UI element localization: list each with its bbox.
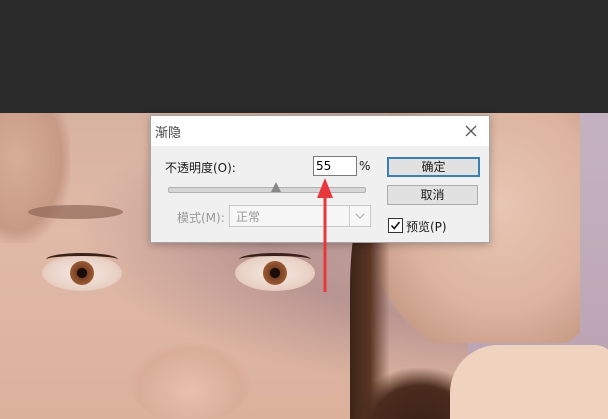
fade-dialog: 渐隐 不透明度(O): % 模式(M): 正常 确定 取消 预览(P) — [150, 115, 490, 243]
dialog-title: 渐隐 — [155, 126, 182, 141]
dialog-titlebar[interactable]: 渐隐 — [151, 116, 489, 146]
check-icon — [390, 221, 401, 230]
mode-select[interactable]: 正常 — [229, 205, 371, 227]
opacity-input[interactable] — [313, 156, 357, 176]
photo-nose — [130, 343, 250, 419]
opacity-slider-track[interactable] — [168, 187, 366, 193]
mode-label: 模式(M): — [177, 211, 225, 225]
mode-value: 正常 — [236, 210, 261, 224]
photo-left-hand — [0, 113, 70, 243]
chevron-down-icon[interactable] — [354, 210, 366, 222]
workspace-dark-bar — [0, 0, 608, 113]
cancel-button[interactable]: 取消 — [387, 185, 478, 205]
photo-skin-patch — [450, 345, 608, 419]
ok-button[interactable]: 确定 — [387, 157, 480, 177]
photo-right-eye — [235, 253, 315, 291]
mode-select-divider — [349, 206, 350, 226]
percent-sign: % — [359, 159, 371, 173]
opacity-label: 不透明度(O): — [165, 161, 236, 175]
preview-checkbox[interactable] — [388, 218, 403, 233]
photo-left-brow — [28, 205, 123, 219]
opacity-slider-thumb[interactable] — [270, 182, 281, 192]
preview-label: 预览(P) — [406, 220, 447, 234]
close-icon[interactable] — [461, 121, 481, 141]
photo-left-eye — [42, 253, 122, 291]
